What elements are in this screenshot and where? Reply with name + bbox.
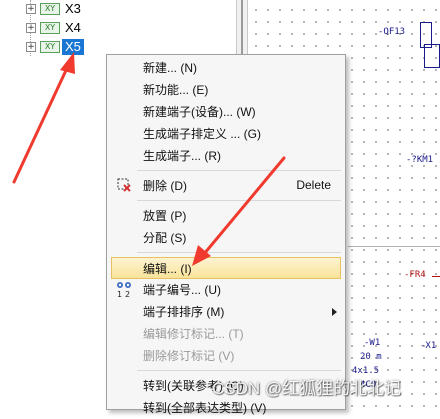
fr4-wire [432,276,440,277]
menu-separator [137,370,341,371]
expand-plus-icon[interactable]: + [26,23,36,33]
svg-text:1: 1 [117,290,122,299]
menu-item-label: 生成端子... (R) [143,149,221,163]
menu-item-label: 分配 (S) [143,231,187,245]
menu-item-sort-strip[interactable]: 端子排排序 (M) [107,301,345,323]
fr4-label: -FR4 [404,270,426,280]
x1-label: -X1 [420,341,437,351]
menu-item-label: 删除修订标记 (V) [143,349,235,363]
w1-length: 20 m [360,352,382,362]
menu-item-place[interactable]: 放置 (P) [107,205,345,227]
menu-item-label: 新建端子(设备)... (W) [143,105,256,119]
menu-item-label: 编辑... (I) [143,262,192,276]
terminal-strip-icon: XY [40,3,60,15]
menu-item-label: 新建... (N) [143,61,197,75]
svg-text:2: 2 [125,290,130,299]
menu-item-label: 删除 (D) [143,179,187,193]
submenu-arrow-icon [332,308,337,316]
menu-separator [137,252,341,253]
menu-item-generate-strip-definition[interactable]: 生成端子排定义 ... (G) [107,123,345,145]
menu-separator [137,200,341,201]
menu-item-shortcut: Delete [296,178,331,192]
w1-label: -W1 [364,338,381,348]
terminal-strip-icon: XY [40,22,60,34]
menu-item-terminal-numbering[interactable]: 1 2 端子编号... (U) [107,279,345,301]
delete-icon [117,178,131,192]
menu-item-label: 端子编号... (U) [143,283,221,297]
menu-item-label: 端子排排序 (M) [143,305,225,319]
menu-item-new-function[interactable]: 新功能... (E) [107,79,345,101]
context-menu: 新建... (N) 新功能... (E) 新建端子(设备)... (W) 生成端… [106,54,346,415]
menu-item-label: 转到(全部表达类型) (V) [143,401,267,415]
breaker-symbol [424,44,440,68]
menu-item-edit-revision-mark: 编辑修订标记... (T) [107,323,345,345]
menu-item-delete[interactable]: 删除 (D) Delete [107,175,345,197]
menu-separator [137,170,341,171]
qf13-label: -QF13 [378,27,406,37]
menu-item-label: 生成端子排定义 ... (G) [143,127,261,141]
menu-item-new-terminal-device[interactable]: 新建端子(设备)... (W) [107,101,345,123]
expand-plus-icon[interactable]: + [26,4,36,14]
menu-item-generate-terminals[interactable]: 生成端子... (R) [107,145,345,167]
menu-item-new[interactable]: 新建... (N) [107,57,345,79]
km1-label: -?KM1 [406,155,434,165]
menu-item-label: 放置 (P) [143,209,187,223]
terminal-strip-icon: XY [40,41,60,53]
watermark: CSDN @红狐狸的北北记 [212,379,402,398]
page-divider-line [348,246,440,247]
menu-item-edit[interactable]: 编辑... (I) [111,257,341,279]
menu-item-goto-all-representations[interactable]: 转到(全部表达类型) (V) [107,397,345,419]
terminal-numbering-icon: 1 2 [117,282,131,299]
menu-item-assign[interactable]: 分配 (S) [107,227,345,249]
tree-item-label-selected[interactable]: X5 [62,39,84,55]
expand-plus-icon[interactable]: + [26,42,36,52]
menu-item-label: 编辑修订标记... (T) [143,327,244,341]
menu-item-label: 新功能... (E) [143,83,209,97]
tree-item-label[interactable]: X3 [62,1,84,17]
tree-item-label[interactable]: X4 [62,20,84,36]
menu-item-delete-revision-mark: 删除修订标记 (V) [107,345,345,367]
